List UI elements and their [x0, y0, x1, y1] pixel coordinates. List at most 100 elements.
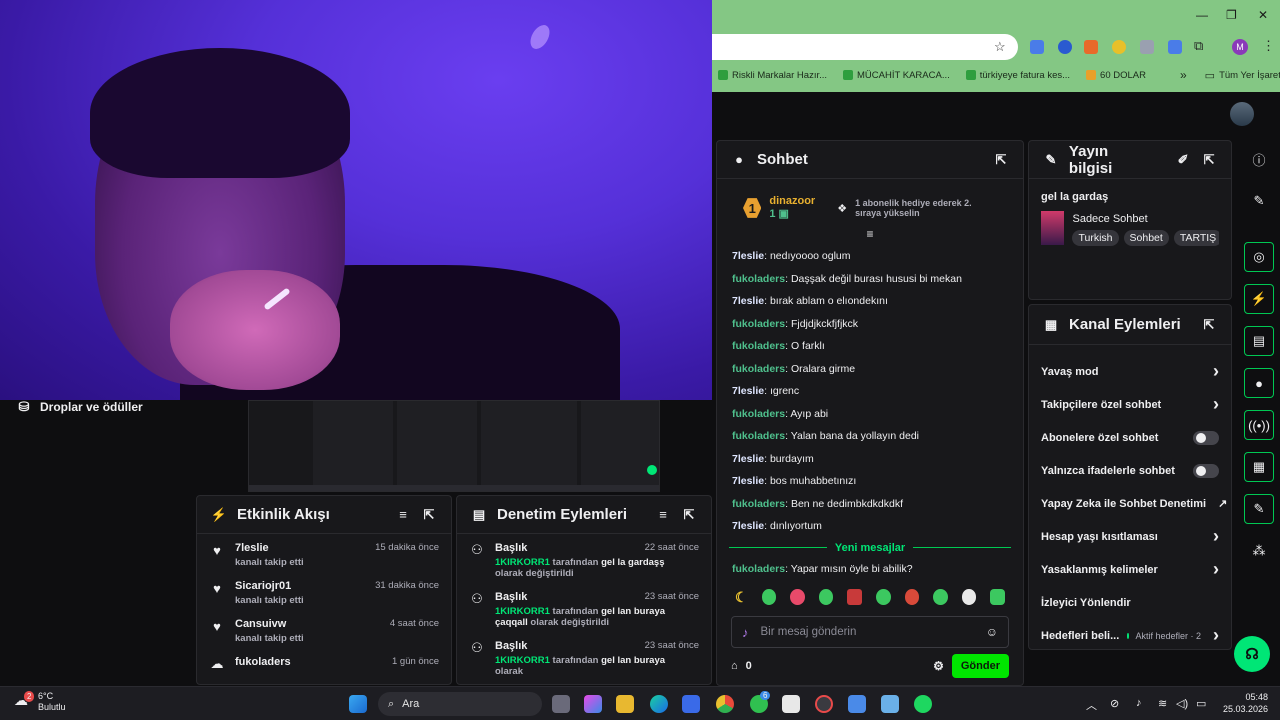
extension-icon[interactable] — [1112, 40, 1126, 54]
chat-username[interactable]: fukoladers — [732, 273, 785, 285]
chat-bubble-icon[interactable]: ● — [1244, 368, 1274, 398]
user-avatar[interactable] — [1230, 102, 1254, 126]
channel-action-item[interactable]: Yavaş mod › — [1029, 355, 1231, 388]
chat-username[interactable]: fukoladers — [732, 498, 785, 510]
edit-icon[interactable]: ✐ — [1175, 152, 1191, 168]
chat-username[interactable]: fukoladers — [732, 318, 785, 330]
audio-extension-icon[interactable] — [1168, 40, 1182, 54]
channel-action-item[interactable]: Takipçilere özel sohbet › — [1029, 388, 1231, 421]
bookmark-item[interactable]: 60 DOLAR — [1086, 70, 1146, 81]
chat-username[interactable]: fukoladers — [732, 408, 785, 420]
spotify-icon[interactable] — [914, 695, 932, 713]
emote-icon[interactable] — [904, 589, 920, 605]
collapse-icon[interactable]: ≡ — [717, 227, 1023, 241]
kebab-menu-icon[interactable]: ⋮ — [1262, 38, 1275, 54]
wifi-icon[interactable]: ≋ — [1158, 697, 1167, 710]
microphone-icon[interactable]: ♪ — [742, 625, 749, 640]
close-icon[interactable]: ✕ — [1258, 8, 1268, 22]
translate-extension-icon[interactable] — [1030, 40, 1044, 54]
chat-username[interactable]: 7leslie — [732, 385, 764, 397]
tag-chip[interactable]: TARTIŞ — [1173, 230, 1219, 246]
obs-icon[interactable] — [815, 695, 833, 713]
help-headset-icon[interactable]: ☊ — [1234, 636, 1270, 672]
minimize-icon[interactable]: — — [1196, 8, 1208, 22]
calculator-icon[interactable] — [848, 695, 866, 713]
chat-username[interactable]: 7leslie — [732, 250, 764, 262]
emote-icon[interactable] — [761, 589, 777, 605]
channel-action-item[interactable]: Hedefleri beli... Aktif hedefler · 2 › — [1029, 619, 1231, 652]
puzzle-icon[interactable]: ⧉ — [1194, 38, 1203, 54]
info-icon[interactable]: ⓘ — [1244, 144, 1274, 174]
document-icon[interactable]: ▤ — [1244, 326, 1274, 356]
chevron-right-icon[interactable]: › — [1213, 625, 1219, 646]
popout-icon[interactable]: ⇱ — [1201, 317, 1217, 333]
chevron-right-icon[interactable]: › — [1213, 394, 1219, 415]
drops-rewards-link[interactable]: ⛁ Droplar ve ödüller — [16, 399, 143, 414]
toggle-switch[interactable] — [1193, 430, 1219, 445]
actions-icon[interactable]: ▦ — [1244, 452, 1274, 482]
chat-username[interactable]: fukoladers — [732, 430, 785, 442]
channel-action-item[interactable]: Hesap yaşı kısıtlaması › — [1029, 520, 1231, 553]
emoji-icon[interactable]: ☺ — [986, 625, 998, 639]
toggle-switch[interactable] — [1193, 463, 1219, 478]
emote-icon[interactable] — [990, 589, 1006, 605]
wrench-icon[interactable]: ✎ — [1244, 494, 1274, 524]
emote-icon[interactable] — [790, 589, 805, 605]
bookmark-item[interactable]: Riskli Markalar Hazır... — [718, 70, 827, 81]
app-icon[interactable] — [782, 695, 800, 713]
windows-start-icon[interactable] — [349, 695, 367, 713]
popout-icon[interactable]: ⇱ — [421, 507, 437, 523]
popout-icon[interactable]: ⇱ — [1201, 152, 1217, 168]
emote-icon[interactable] — [933, 589, 948, 605]
chevron-right-icon[interactable]: › — [1213, 361, 1219, 382]
tag-chip[interactable]: Turkish — [1072, 230, 1119, 246]
star-icon[interactable]: ☆ — [994, 39, 1006, 55]
edge-icon[interactable] — [650, 695, 668, 713]
add-widget-icon[interactable]: ⁂ — [1244, 536, 1274, 566]
shield-extension-icon[interactable] — [1140, 40, 1154, 54]
send-button[interactable]: Gönder — [951, 654, 1009, 678]
popout-icon[interactable]: ⇱ — [993, 152, 1009, 168]
store-icon[interactable] — [682, 695, 700, 713]
task-view-icon[interactable] — [552, 695, 570, 713]
pencil-icon[interactable]: ✎ — [1244, 186, 1274, 216]
profile-avatar[interactable]: M — [1232, 39, 1248, 55]
category-name[interactable]: Sadece Sohbet — [1072, 213, 1219, 225]
emote-icon[interactable] — [847, 589, 862, 605]
chat-username[interactable]: fukoladers — [732, 340, 785, 352]
js-extension-icon[interactable] — [1084, 40, 1098, 54]
battery-icon[interactable]: ▭ — [1196, 697, 1206, 710]
quick-action-icon[interactable]: ◎ — [1244, 242, 1274, 272]
chat-username[interactable]: 7leslie — [732, 520, 764, 532]
taskbar-search[interactable]: ⌕ Ara — [378, 692, 542, 716]
chevron-up-icon[interactable]: ︿ — [1086, 697, 1097, 713]
points-icon[interactable]: ⌂ — [731, 660, 738, 672]
category-thumbnail[interactable] — [1041, 211, 1065, 245]
emote-icon[interactable] — [818, 589, 834, 605]
address-bar[interactable]: ☆ — [712, 34, 1018, 60]
channel-action-item[interactable]: Abonelere özel sohbet — [1029, 421, 1231, 454]
channel-action-item[interactable]: Yalnızca ifadelerle sohbet — [1029, 454, 1231, 487]
chrome-icon[interactable] — [716, 695, 734, 713]
notepad-icon[interactable] — [881, 695, 899, 713]
all-bookmarks-link[interactable]: ▭Tüm Yer İşaretleri — [1205, 69, 1280, 82]
bookmark-item[interactable]: türkiyeye fatura kes... — [965, 70, 1070, 81]
file-explorer-icon[interactable] — [616, 695, 634, 713]
channel-action-item[interactable]: İzleyici Yönlendir — [1029, 586, 1231, 619]
restore-icon[interactable]: ❐ — [1226, 8, 1237, 22]
chat-input[interactable]: ♪ Bir mesaj gönderin ☺ — [731, 616, 1009, 648]
external-link-icon[interactable]: ↗ — [1218, 497, 1227, 510]
copilot-icon[interactable] — [584, 695, 602, 713]
weather-widget[interactable]: ☁ 2 6°C Bulutlu — [14, 691, 66, 713]
chat-username[interactable]: 7leslie — [732, 475, 764, 487]
filter-icon[interactable]: ≡ — [655, 507, 671, 523]
popout-icon[interactable]: ⇱ — [681, 507, 697, 523]
emote-moon-icon[interactable]: ☾ — [735, 589, 748, 606]
channel-action-item[interactable]: Yapay Zeka ile Sohbet Denetimi ↗ — [1029, 487, 1231, 520]
extension-icon[interactable] — [1058, 40, 1072, 54]
bolt-icon[interactable]: ⚡ — [1244, 284, 1274, 314]
filter-icon[interactable]: ≡ — [395, 507, 411, 523]
more-bookmarks-button[interactable]: » — [1180, 68, 1187, 82]
gear-icon[interactable]: ⚙ — [933, 659, 944, 673]
emote-icon[interactable] — [876, 589, 891, 605]
